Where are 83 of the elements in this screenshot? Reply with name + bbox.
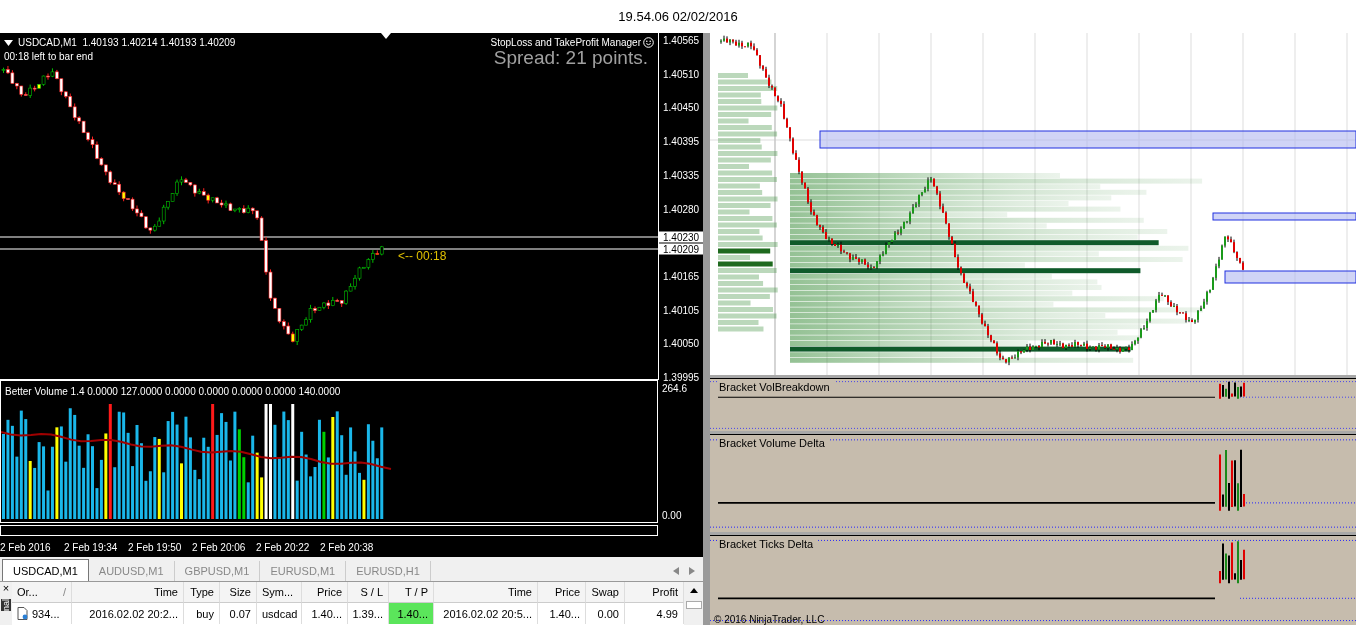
column-label: Size: [229, 586, 251, 598]
price-tick: 1.39995: [663, 371, 700, 383]
price-tick: 1.40395: [663, 135, 700, 147]
delta-bar-series: [1219, 448, 1245, 512]
price-tick: 1.40510: [663, 68, 700, 80]
price-tick: 1.40450: [663, 101, 700, 113]
scale-min: 0.00: [662, 510, 682, 521]
table-cell: 2016.02.02 20:2...: [89, 607, 178, 620]
column-label: Swap: [591, 586, 619, 598]
time-tick: 2 Feb 2016: [0, 541, 52, 553]
price-tick: 1.40209: [659, 243, 703, 255]
column-header[interactable]: S / L: [348, 582, 389, 603]
panel-title: Bracket Ticks Delta: [719, 538, 818, 550]
countdown-label: <-- 00:18: [398, 249, 447, 263]
table-cell: 0.07: [229, 607, 251, 620]
table-cell: 4.99: [656, 607, 678, 620]
column-label: Price: [554, 586, 580, 598]
scroll-right-icon[interactable]: [689, 567, 695, 575]
price-tick: 1.40105: [663, 304, 700, 316]
chart-tab[interactable]: USDCAD,M1: [2, 559, 89, 581]
column-header[interactable]: Price: [538, 582, 586, 603]
column-header[interactable]: Price: [302, 582, 348, 603]
price-tick: 1.40050: [663, 337, 700, 349]
column-header[interactable]: Time: [72, 582, 184, 603]
scroll-left-icon[interactable]: [673, 567, 679, 575]
column-header[interactable]: Or... /: [12, 582, 72, 603]
delta-bar-series: [1219, 540, 1245, 585]
manager-label: StopLoss and TakeProfit Manager: [490, 37, 641, 48]
table-cell: 934...: [32, 607, 60, 620]
order-document-icon: [17, 607, 28, 620]
time-tick: 2 Feb 20:38: [320, 541, 375, 553]
symbol-quote: USDCAD,M1 1.40193 1.40214 1.40193 1.40209: [18, 37, 236, 48]
close-button[interactable]: ×: [2, 582, 10, 594]
panel-title: Bracket VolBreakdown: [719, 381, 834, 393]
column-label: Time: [153, 586, 178, 598]
column-header[interactable]: Size: [220, 582, 257, 603]
column-label: T / P: [404, 586, 428, 598]
table-cell: 1.40...: [311, 607, 342, 620]
table-cell: 2016.02.02 20:5...: [443, 607, 532, 620]
column-header[interactable]: Profit: [625, 582, 684, 603]
copyright-text: © 2016 NinjaTrader, LLC: [714, 614, 825, 625]
column-label: Price: [316, 586, 342, 598]
column-header[interactable]: Time: [434, 582, 538, 603]
column-header[interactable]: Swap: [586, 582, 625, 603]
column-label: Type: [190, 586, 214, 598]
column-header[interactable]: Type: [184, 582, 220, 603]
price-tick: 1.40565: [663, 34, 700, 46]
spread-readout: Spread: 21 points.: [493, 47, 648, 69]
window-title: 19.54.06 02/02/2016: [618, 9, 738, 24]
scale-max: 264.6: [662, 383, 688, 394]
smiley-icon: [643, 37, 654, 48]
column-label: Or...: [17, 586, 38, 598]
terminal-side-tab[interactable]: nal: [1, 599, 11, 611]
time-tick: 2 Feb 20:06: [192, 541, 247, 553]
panel-title: Bracket Volume Delta: [719, 437, 829, 449]
column-label: Sym...: [262, 586, 294, 598]
column-label: Profit: [652, 586, 678, 598]
scroll-up-icon[interactable]: [689, 588, 698, 593]
price-tick: 1.40230: [659, 231, 703, 243]
time-tick: 2 Feb 20:22: [256, 541, 311, 553]
table-cell: 1.40...: [549, 607, 580, 620]
time-tick: 2 Feb 19:34: [64, 541, 119, 553]
price-tick: 1.40280: [663, 203, 700, 214]
delta-bar-series: [1219, 381, 1245, 400]
table-cell: 0.00: [597, 607, 619, 620]
sort-mark: /: [62, 586, 66, 598]
indicator-label: Better Volume 1.4 0.0000 127.0000 0.0000 0.0000 0.0000 0.0000 140.0000: [5, 386, 341, 397]
time-tick: 2 Feb 19:50: [128, 541, 183, 553]
scroll-thumb[interactable]: [685, 601, 702, 609]
bar-timer: 00:18 left to bar end: [4, 51, 93, 62]
table-cell: 1.39...: [352, 607, 383, 620]
dropdown-triangle-icon[interactable]: [4, 39, 13, 46]
price-tick: 1.40335: [663, 169, 700, 181]
price-tick: 1.40165: [663, 270, 700, 282]
column-label: Time: [507, 586, 532, 598]
table-cell: 1.40...: [397, 607, 428, 620]
table-cell: buy: [196, 607, 214, 620]
table-cell: usdcad: [262, 607, 298, 620]
column-header[interactable]: Sym...: [257, 582, 302, 603]
scrollbar[interactable]: [684, 582, 703, 625]
column-header[interactable]: T / P: [389, 582, 434, 603]
column-label: S / L: [360, 586, 383, 598]
chart-shift-marker-icon[interactable]: [381, 33, 391, 39]
